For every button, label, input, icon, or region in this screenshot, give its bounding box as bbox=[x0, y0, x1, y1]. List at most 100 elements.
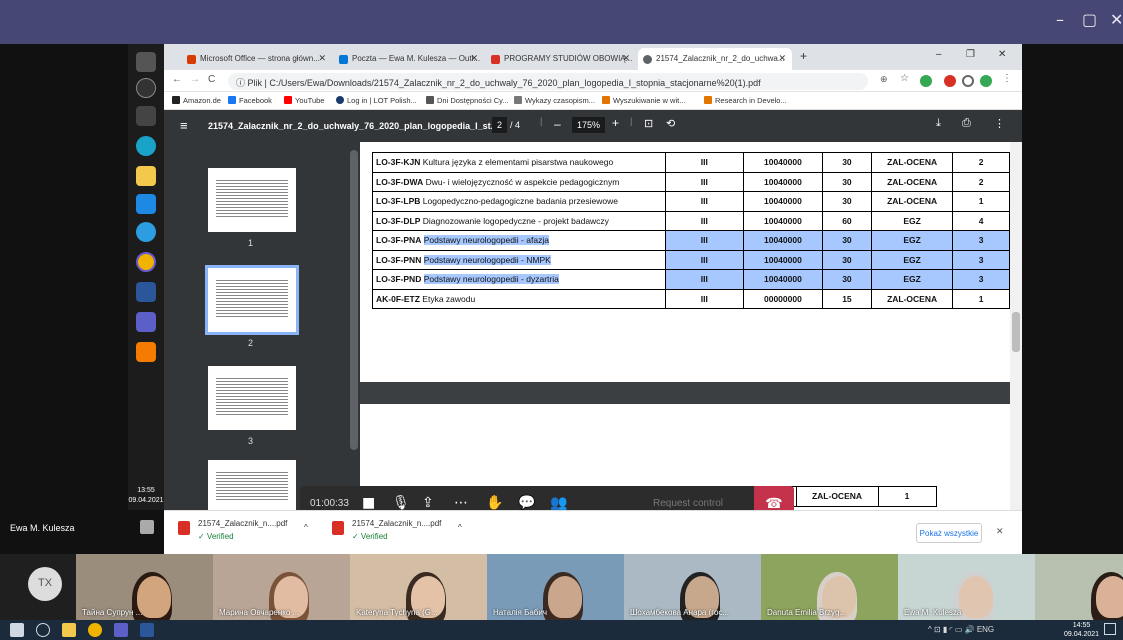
teams-icon[interactable] bbox=[114, 623, 128, 637]
page-thumbnail[interactable] bbox=[208, 168, 296, 232]
more-icon[interactable]: ⋮ bbox=[994, 117, 1005, 130]
tab-label: Poczta — Ewa M. Kulesza — Outl... bbox=[352, 54, 481, 63]
chevron-up-icon[interactable]: ^ bbox=[304, 523, 308, 532]
download-name: 21574_Zalacznik_n....pdf bbox=[198, 519, 288, 528]
fit-page-icon[interactable]: ⊡ bbox=[644, 117, 653, 130]
thumbnail-label: 3 bbox=[248, 436, 254, 446]
forward-icon[interactable]: → bbox=[190, 74, 200, 85]
tab-pdf-active[interactable]: 21574_Zalacznik_nr_2_do_uchwa... ✕ bbox=[638, 48, 792, 70]
bookmark-item[interactable]: Dni Dostępności Cy... bbox=[426, 96, 509, 105]
close-button[interactable]: ✕ bbox=[1110, 10, 1123, 29]
search-icon[interactable] bbox=[36, 623, 50, 637]
download-icon[interactable]: ⤓ bbox=[936, 117, 941, 130]
page-thumbnail[interactable] bbox=[208, 366, 296, 430]
close-tab-icon[interactable]: ✕ bbox=[778, 53, 786, 64]
profile-icon[interactable] bbox=[962, 75, 974, 87]
close-tab-icon[interactable]: ✕ bbox=[470, 53, 478, 64]
hamburger-menu-icon[interactable]: ≡ bbox=[180, 118, 188, 133]
avatar[interactable]: TX bbox=[28, 567, 62, 601]
system-clock[interactable]: 14:55 09.04.2021 bbox=[1064, 621, 1099, 639]
menu-icon[interactable]: ⋮ bbox=[1002, 73, 1012, 84]
file-explorer-icon[interactable] bbox=[62, 623, 76, 637]
download-status: ✓ Verified bbox=[352, 532, 388, 541]
chat-icon[interactable]: 💬 bbox=[518, 495, 535, 511]
system-tray[interactable]: ^ ⊡ ▮ ◜ ▭ 🔊 ENG bbox=[928, 625, 994, 634]
table-row: LO-3F-KJN Kultura języka z elementami pi… bbox=[372, 152, 1010, 173]
pdf-title: 21574_Zalacznik_nr_2_do_uchwaly_76_2020_… bbox=[208, 121, 499, 131]
page-scrollbar[interactable] bbox=[1010, 142, 1022, 510]
participant-tile[interactable]: Danuta Emilia Brzyg... bbox=[761, 554, 898, 620]
reload-icon[interactable]: C bbox=[208, 74, 215, 85]
hours-cell: 30 bbox=[821, 171, 872, 192]
bookmark-star-icon[interactable]: ☆ bbox=[900, 73, 909, 84]
download-name: 21574_Zalacznik_n....pdf bbox=[352, 519, 442, 528]
chrome-icon[interactable] bbox=[88, 623, 102, 637]
bookmark-item[interactable]: Amazon.de bbox=[172, 96, 221, 105]
tab-outlook[interactable]: Poczta — Ewa M. Kulesza — Outl... ✕ bbox=[334, 48, 484, 70]
page-number-input[interactable]: 2 bbox=[492, 117, 508, 133]
notifications-icon[interactable] bbox=[1104, 623, 1116, 635]
ects-cell: 2 bbox=[952, 171, 1010, 192]
course-name: Dwu- i wielojęzyczność w aspekcie pedago… bbox=[425, 176, 620, 187]
word-icon[interactable] bbox=[140, 623, 154, 637]
task-view-icon bbox=[136, 106, 156, 126]
participant-tile[interactable]: Наталія Бабич bbox=[487, 554, 624, 620]
extension-icon[interactable] bbox=[980, 75, 992, 87]
window-minimize-icon[interactable]: – bbox=[936, 49, 942, 60]
tab-programy[interactable]: PROGRAMY STUDIÓW OBOWIĄ... ✕ bbox=[486, 48, 636, 70]
bookmark-item[interactable]: Facebook bbox=[228, 96, 272, 105]
zoom-input[interactable]: 175% bbox=[572, 117, 606, 133]
participant-tile[interactable]: Тайна Супрун ... bbox=[76, 554, 213, 620]
more-actions-icon[interactable]: ⋯ bbox=[454, 495, 468, 511]
close-tab-icon[interactable]: ✕ bbox=[622, 53, 630, 64]
tab-office[interactable]: Microsoft Office — strona główn... ✕ bbox=[182, 48, 332, 70]
participant-tile[interactable]: Ewa M. Kulesza bbox=[898, 554, 1035, 620]
participant-face bbox=[959, 576, 993, 618]
url-input[interactable]: ⓘ Plik | C:/Users/Ewa/Downloads/21574_Za… bbox=[228, 73, 868, 90]
page-thumbnail[interactable] bbox=[208, 460, 296, 510]
chevron-up-icon[interactable]: ^ bbox=[458, 523, 462, 532]
participants-icon[interactable]: 👥 bbox=[550, 495, 567, 511]
browser-window: Microsoft Office — strona główn... ✕ Pocz… bbox=[164, 44, 1022, 510]
participant-tile[interactable]: Kateryna Tychyna (G... bbox=[350, 554, 487, 620]
bookmark-item[interactable]: Research in Develo... bbox=[704, 96, 787, 105]
zoom-in-button[interactable]: + bbox=[612, 116, 619, 130]
scrollbar-thumb[interactable] bbox=[1012, 312, 1020, 352]
raise-hand-icon[interactable]: ✋ bbox=[486, 495, 503, 511]
hours-cell: 30 bbox=[821, 191, 872, 212]
bookmark-item[interactable]: Wykazy czasopism... bbox=[514, 96, 595, 105]
participant-tile[interactable]: Шохамбекова Анара (гос... bbox=[624, 554, 761, 620]
thumbnail-scrollbar[interactable] bbox=[350, 150, 358, 450]
print-icon[interactable]: ⎙ bbox=[962, 117, 971, 130]
bookmark-item[interactable]: Wyszukiwanie w wit... bbox=[602, 96, 685, 105]
share-screen-icon[interactable]: ⇪ bbox=[422, 495, 434, 511]
bookmark-item[interactable]: Log in | LOT Polish... bbox=[336, 96, 417, 105]
new-tab-button[interactable]: + bbox=[800, 49, 807, 63]
zoom-out-button[interactable]: – bbox=[554, 117, 561, 131]
mic-muted-icon[interactable]: 🎙 bbox=[392, 495, 410, 511]
page-thumbnail-selected[interactable] bbox=[205, 265, 299, 335]
back-icon[interactable]: ← bbox=[172, 74, 182, 85]
extension-icon[interactable] bbox=[920, 75, 932, 87]
windows-start-icon[interactable] bbox=[10, 623, 24, 637]
window-close-icon[interactable]: ✕ bbox=[998, 49, 1006, 60]
table-row: LO-3F-DWA Dwu- i wielojęzyczność w aspek… bbox=[372, 171, 1010, 192]
participant-name: Шохамбекова Анара (гос... bbox=[630, 608, 730, 617]
bookmark-label: Research in Develo... bbox=[715, 96, 787, 105]
close-tab-icon[interactable]: ✕ bbox=[318, 53, 326, 64]
participant-name: Ewa M. Kulesza bbox=[904, 608, 962, 617]
rotate-icon[interactable]: ⟲ bbox=[666, 117, 675, 130]
close-downloads-button[interactable]: ✕ bbox=[996, 526, 1004, 537]
minimize-button[interactable]: – bbox=[1056, 10, 1064, 29]
camera-icon[interactable]: ■ bbox=[362, 495, 375, 511]
extension-icon[interactable] bbox=[944, 75, 956, 87]
downloads-bar: 21574_Zalacznik_n....pdf ✓ Verified ^ 21… bbox=[164, 510, 1022, 554]
participant-tile[interactable]: Марина Овчаренко ... bbox=[213, 554, 350, 620]
ects-cell: 3 bbox=[952, 230, 1010, 251]
show-all-button[interactable]: Pokaż wszystkie bbox=[916, 523, 982, 543]
window-restore-icon[interactable]: ❐ bbox=[966, 49, 975, 60]
participant-tile[interactable] bbox=[1035, 554, 1123, 620]
zoom-icon[interactable]: ⊕ bbox=[880, 74, 888, 85]
maximize-button[interactable]: ▢ bbox=[1082, 10, 1097, 29]
bookmark-item[interactable]: YouTube bbox=[284, 96, 324, 105]
